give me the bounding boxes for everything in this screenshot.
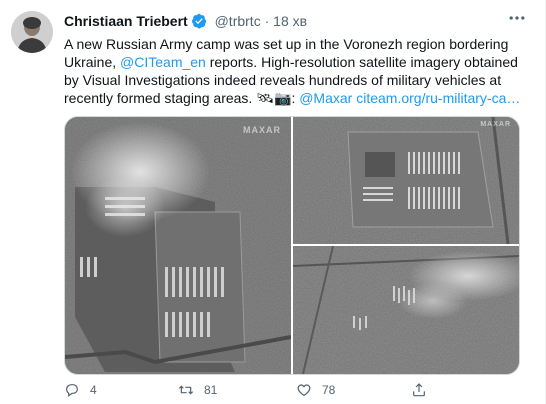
mention-link[interactable]: @CITeam_en (120, 54, 206, 70)
reply-button[interactable]: 4 (64, 382, 97, 398)
separator-dot: · (264, 13, 270, 29)
tweet-header: Christiaan Triebert @trbrtc · 18 хв (64, 12, 307, 30)
author-handle[interactable]: @trbrtc (215, 13, 261, 29)
avatar[interactable] (11, 11, 53, 53)
maxar-watermark: MAXAR (243, 125, 281, 135)
tweet-text: A new Russian Army camp was set up in th… (64, 35, 534, 107)
tweet-actions: 4 81 78 (56, 382, 506, 402)
media-grid: MAXAR MAXAR (64, 116, 520, 375)
author-name[interactable]: Christiaan Triebert (64, 13, 188, 29)
retweet-button[interactable]: 81 (178, 382, 217, 398)
tweet[interactable]: Christiaan Triebert @trbrtc · 18 хв A ne… (0, 0, 546, 404)
more-options-icon[interactable] (507, 8, 527, 28)
reply-icon (66, 384, 78, 397)
verified-badge-icon (191, 13, 206, 29)
mention-link-maxar[interactable]: @Maxar (299, 90, 352, 106)
share-button[interactable] (411, 382, 427, 398)
like-count: 78 (322, 383, 336, 397)
satellite-image-2[interactable]: MAXAR (293, 117, 519, 244)
retweet-count: 81 (204, 383, 218, 397)
external-link[interactable]: citeam.org/ru-military-ca… (356, 90, 520, 106)
maxar-watermark: MAXAR (480, 121, 511, 128)
share-icon (413, 383, 425, 397)
retweet-icon (178, 385, 194, 395)
like-button[interactable]: 78 (296, 382, 335, 398)
satellite-camera-emoji-icons: 🛰📷 (256, 90, 292, 106)
satellite-image-3[interactable] (293, 246, 519, 374)
satellite-image-1[interactable]: MAXAR (65, 117, 291, 374)
heart-icon (297, 384, 311, 397)
tweet-timestamp[interactable]: 18 хв (273, 13, 307, 29)
reply-count: 4 (90, 383, 97, 397)
